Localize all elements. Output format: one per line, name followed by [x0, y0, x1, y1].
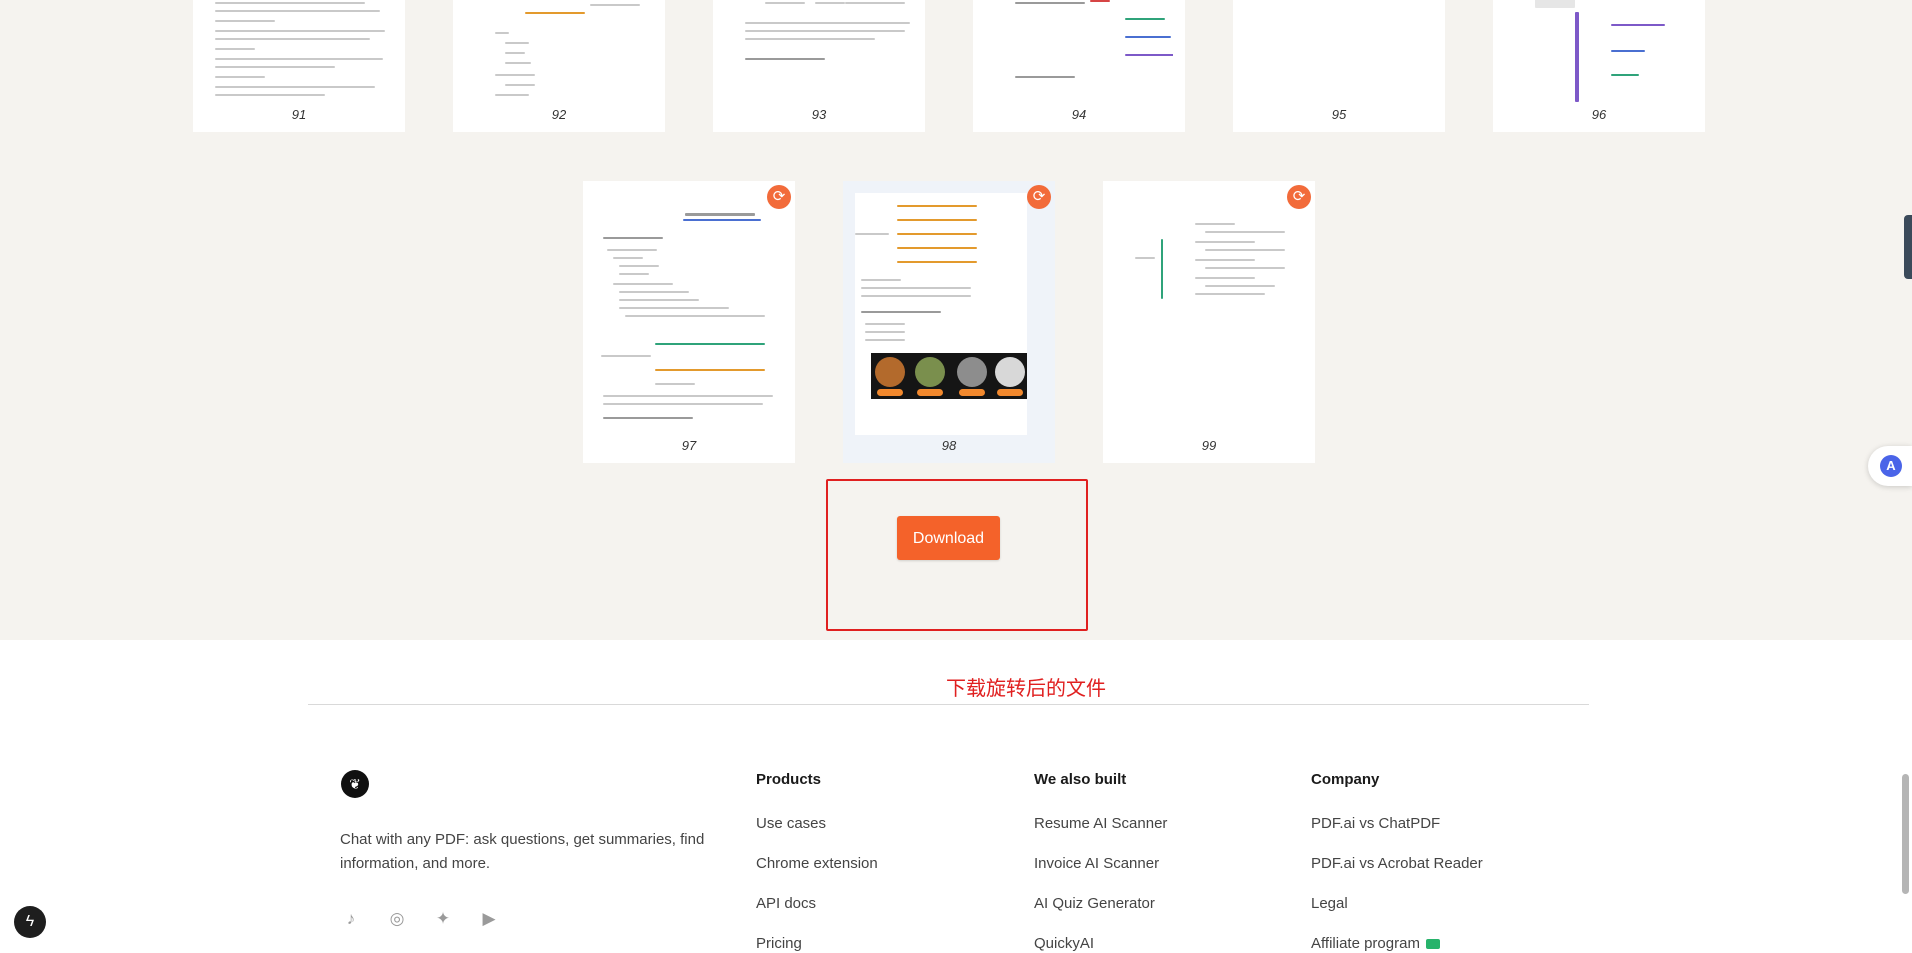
footer-column-products: Products Use cases Chrome extension API … [756, 770, 878, 953]
page-preview [1245, 0, 1433, 104]
viewport: 91 92 93 94 95 96 ⟳ 97 ⟳ 98 ⟳ 99 Downloa… [0, 0, 1912, 953]
page-preview [595, 193, 783, 435]
page-number: 93 [811, 107, 827, 122]
footer-divider [308, 704, 1589, 705]
social-links: ♪ ◎ ✦ ▶ [340, 908, 500, 930]
page-preview [465, 0, 653, 104]
page-preview [1505, 0, 1693, 104]
column-heading: We also built [1034, 771, 1127, 788]
footer-link-vs-acrobat[interactable]: PDF.ai vs Acrobat Reader [1311, 854, 1483, 874]
image-strip [871, 353, 1027, 399]
footer-link-quiz-generator[interactable]: AI Quiz Generator [1034, 894, 1167, 914]
column-heading: Products [756, 771, 822, 788]
column-heading: Company [1311, 771, 1380, 788]
tiktok-icon[interactable]: ♪ [340, 908, 362, 930]
footer-link-chrome-extension[interactable]: Chrome extension [756, 854, 878, 874]
scrollbar[interactable] [1900, 0, 1912, 953]
page-thumbnail[interactable]: ⟳ 97 [583, 181, 795, 463]
instagram-icon[interactable]: ◎ [386, 908, 408, 930]
page-preview [1115, 193, 1303, 435]
footer-link-quickyai[interactable]: QuickyAI [1034, 934, 1167, 953]
page-thumbnail[interactable]: 92 [453, 0, 665, 132]
footer-link-api-docs[interactable]: API docs [756, 894, 878, 914]
page-thumbnail[interactable]: 94 [973, 0, 1185, 132]
footer-link-resume-scanner[interactable]: Resume AI Scanner [1034, 814, 1167, 834]
annotation-text: 下载旋转后的文件 [946, 676, 1106, 700]
footer-link-pricing[interactable]: Pricing [756, 934, 878, 953]
footer-tagline: Chat with any PDF: ask questions, get su… [340, 831, 705, 872]
youtube-icon[interactable]: ▶ [478, 908, 500, 930]
logo-icon[interactable]: ❦ [341, 770, 369, 798]
footer-link-invoice-scanner[interactable]: Invoice AI Scanner [1034, 854, 1167, 874]
page-preview [205, 0, 393, 104]
page-preview [985, 0, 1173, 104]
page-thumbnail[interactable]: 93 [713, 0, 925, 132]
page-thumbnail[interactable]: 95 [1233, 0, 1445, 132]
page-number: 91 [291, 107, 307, 122]
page-number: 98 [941, 438, 957, 453]
page-thumbnail[interactable]: 96 [1493, 0, 1705, 132]
rotate-icon[interactable]: ⟳ [1027, 185, 1051, 209]
page-number: 96 [1591, 107, 1607, 122]
lightning-icon[interactable]: ϟ [14, 906, 46, 938]
page-number: 97 [681, 438, 697, 453]
page-number: 92 [551, 107, 567, 122]
footer-link-legal[interactable]: Legal [1311, 894, 1483, 914]
page-thumbnail[interactable]: ⟳ 98 [843, 181, 1055, 463]
scrollbar-thumb[interactable] [1902, 774, 1909, 894]
page-number: 99 [1201, 438, 1217, 453]
page-number: 94 [1071, 107, 1087, 122]
rotate-icon[interactable]: ⟳ [1287, 185, 1311, 209]
page-thumbnails-area: 91 92 93 94 95 96 ⟳ 97 ⟳ 98 ⟳ 99 Downloa… [0, 0, 1912, 640]
badge-icon [1425, 939, 1440, 950]
twitter-icon[interactable]: ✦ [432, 908, 454, 930]
download-button[interactable]: Download [897, 516, 1000, 560]
affiliate-label: Affiliate program [1311, 935, 1420, 952]
footer-link-vs-chatpdf[interactable]: PDF.ai vs ChatPDF [1311, 814, 1483, 834]
footer-link-affiliate[interactable]: Affiliate program [1311, 934, 1483, 953]
assistant-icon: A [1880, 455, 1902, 477]
footer-column-also-built: We also built Resume AI Scanner Invoice … [1034, 770, 1167, 953]
page-preview [725, 0, 913, 104]
page-preview [855, 193, 1027, 435]
footer-link-use-cases[interactable]: Use cases [756, 814, 878, 834]
page-thumbnail[interactable]: 91 [193, 0, 405, 132]
footer-column-company: Company PDF.ai vs ChatPDF PDF.ai vs Acro… [1311, 770, 1483, 953]
page-thumbnail[interactable]: ⟳ 99 [1103, 181, 1315, 463]
page-number: 95 [1331, 107, 1347, 122]
rotate-icon[interactable]: ⟳ [767, 185, 791, 209]
